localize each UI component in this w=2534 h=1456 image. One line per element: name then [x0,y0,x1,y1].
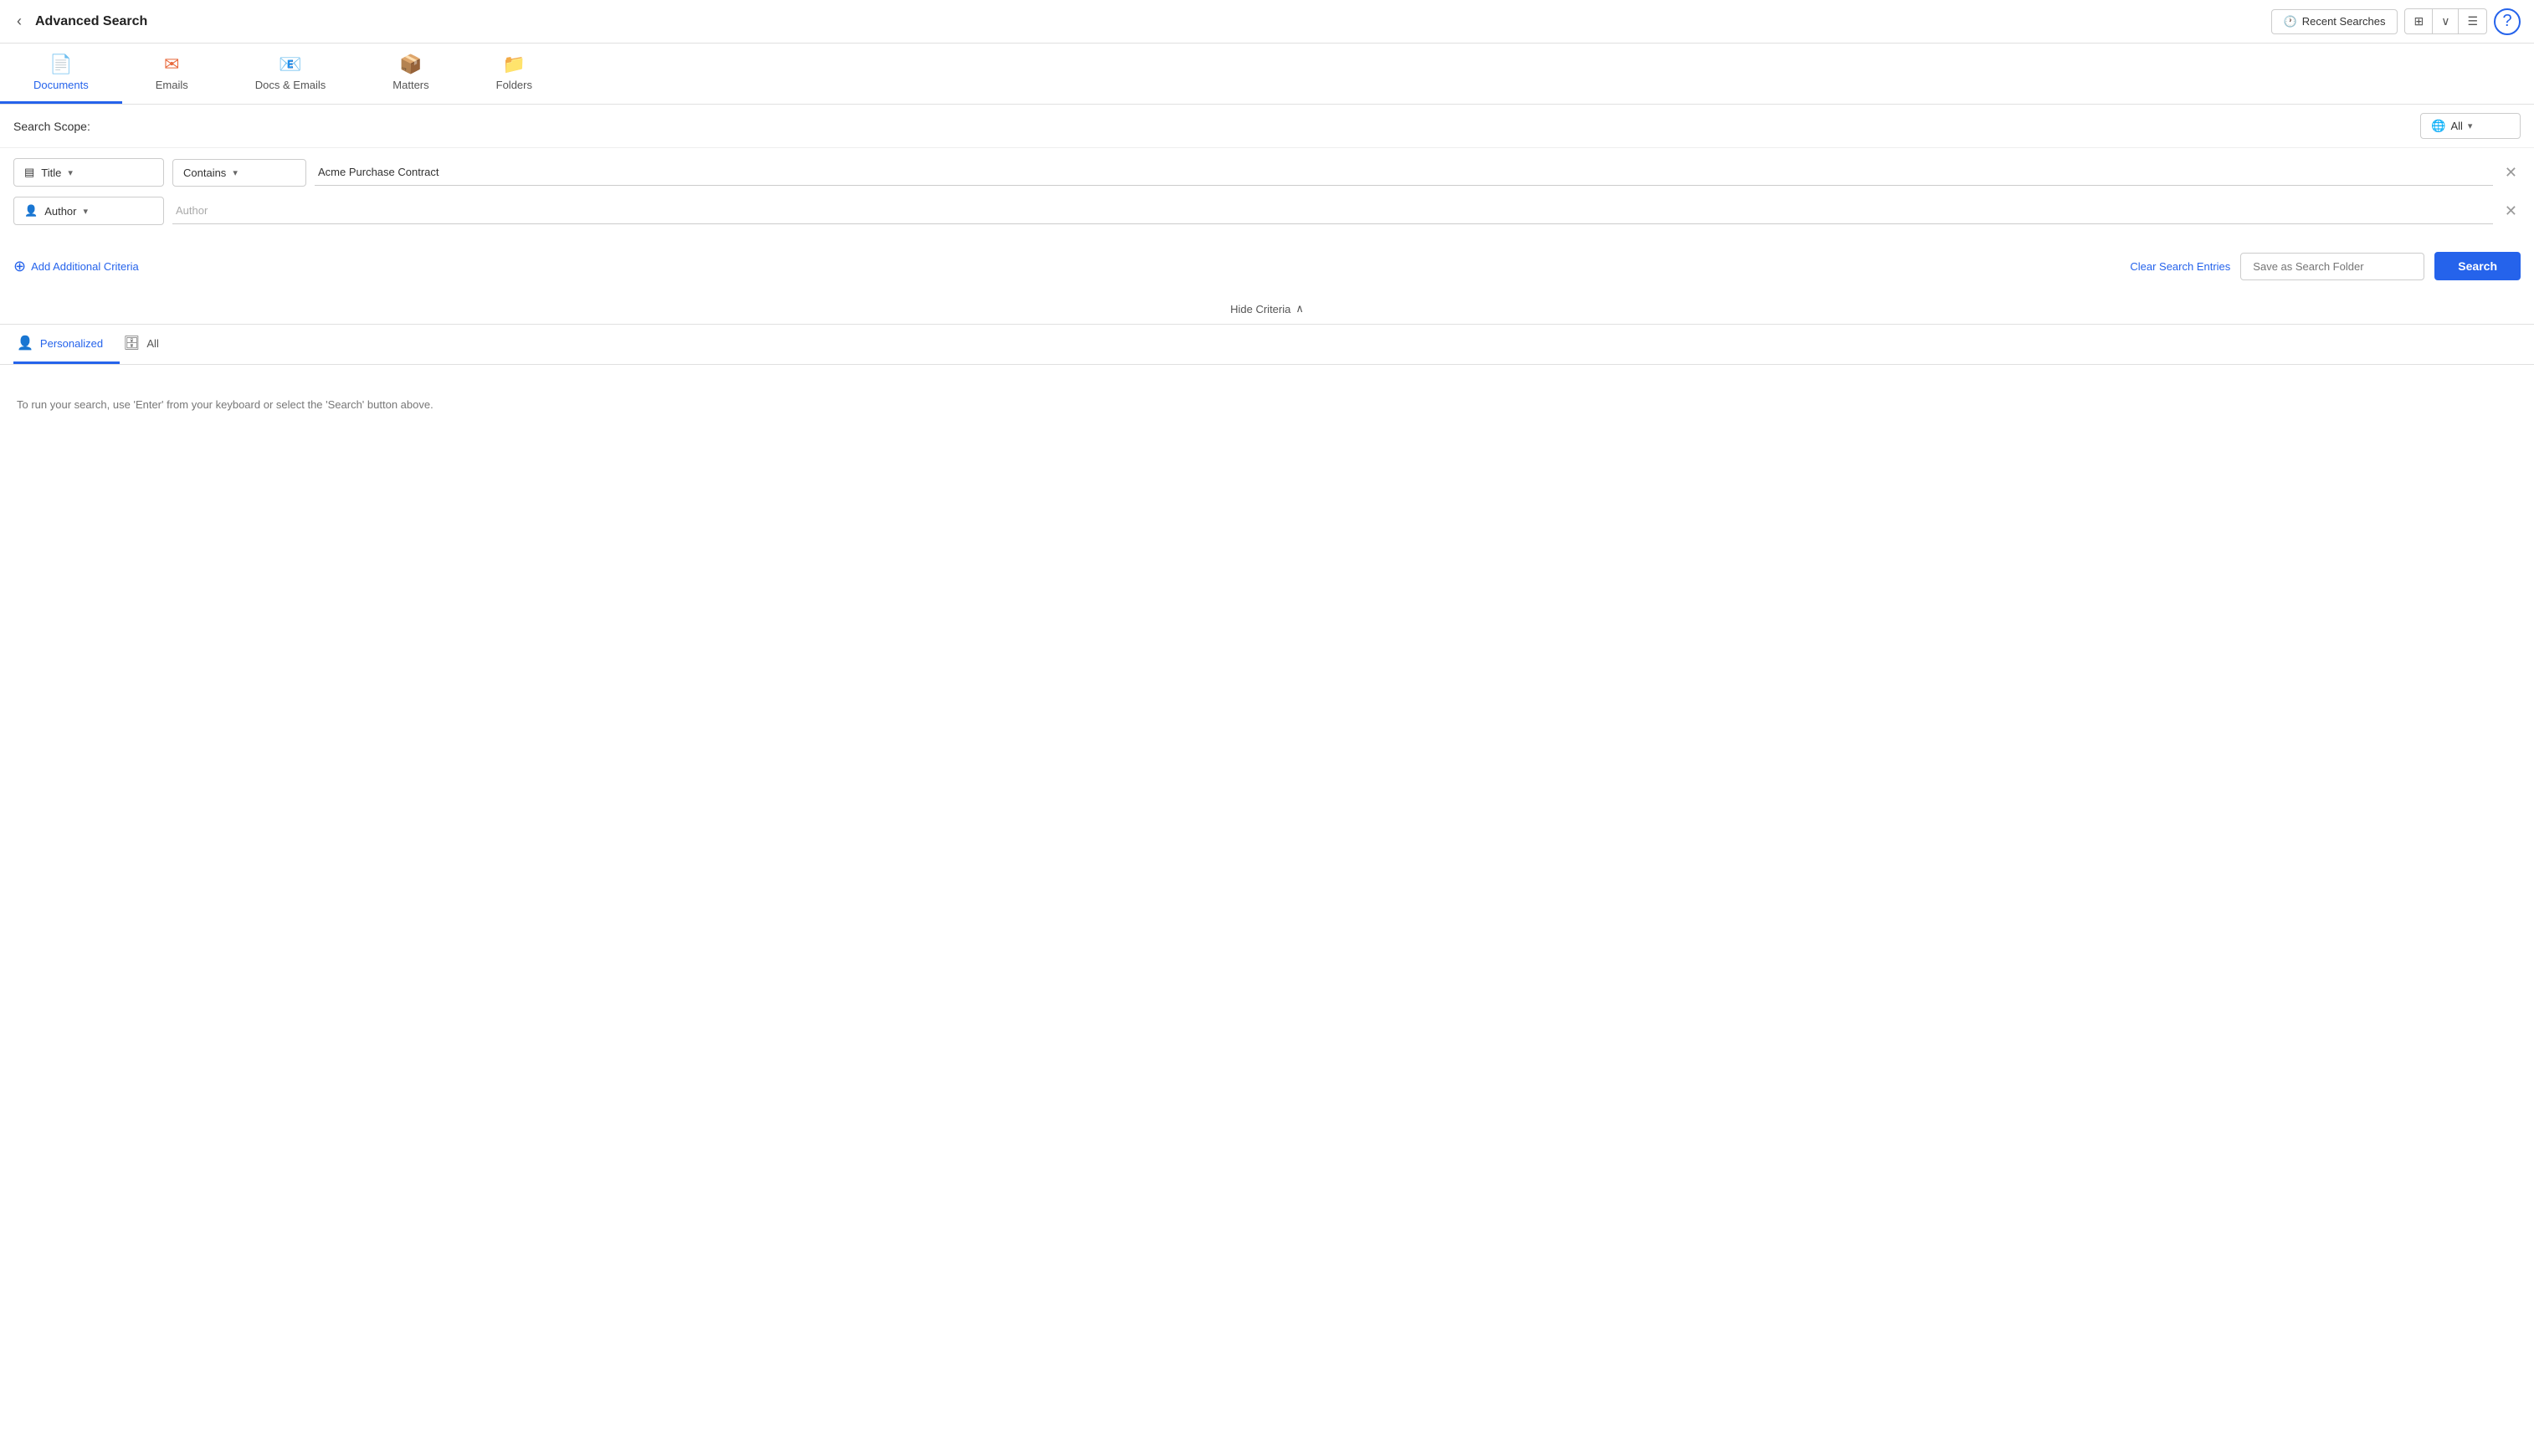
tab-bar: 📄 Documents ✉ Emails 📧 Docs & Emails 📦 M… [0,44,2534,105]
chevron-view-button[interactable]: ∨ [2433,9,2459,33]
criteria-row-author: 👤 Author ▾ ✕ [13,197,2521,225]
help-icon: ? [2502,12,2511,31]
clear-label: Clear Search Entries [2130,260,2230,273]
save-folder-input[interactable] [2240,253,2424,280]
hide-criteria-row[interactable]: Hide Criteria ∧ [0,294,2534,325]
chevron-down-icon: ∨ [2441,14,2449,28]
title-field-label: Title [41,167,61,179]
emails-icon: ✉ [164,54,179,75]
plus-icon: ⊕ [13,258,26,275]
add-criteria-button[interactable]: ⊕ Add Additional Criteria [13,258,139,275]
tab-documents[interactable]: 📄 Documents [0,44,122,104]
all-icon: 🗄 [123,335,140,351]
tab-emails-label: Emails [156,79,188,91]
tab-folders-label: Folders [496,79,532,91]
author-field-dropdown[interactable]: 👤 Author ▾ [13,197,164,225]
documents-icon: 📄 [49,54,72,75]
hide-criteria-label: Hide Criteria [1230,303,1290,315]
view-toggle: ⊞ ∨ ☰ [2404,8,2487,34]
close-icon: ✕ [2505,203,2517,219]
criteria-row-title: ▤ Title ▾ Contains ▾ ✕ [13,158,2521,187]
search-label: Search [2458,259,2497,273]
clear-search-button[interactable]: Clear Search Entries [2130,260,2230,273]
header: ‹ Advanced Search 🕐 Recent Searches ⊞ ∨ … [0,0,2534,44]
scope-value: All [2450,120,2462,132]
docs-emails-icon: 📧 [279,54,301,75]
page-title: Advanced Search [35,14,2271,29]
criteria-section: ▤ Title ▾ Contains ▾ ✕ 👤 Author ▾ ✕ [0,148,2534,245]
search-button[interactable]: Search [2434,252,2521,280]
recent-searches-button[interactable]: 🕐 Recent Searches [2271,9,2398,34]
title-condition-label: Contains [183,167,226,179]
chevron-down-icon: ▾ [84,206,89,217]
list-icon: ☰ [2467,14,2478,28]
add-criteria-label: Add Additional Criteria [31,260,139,273]
matters-icon: 📦 [399,54,422,75]
back-button[interactable]: ‹ [13,9,25,33]
title-value-input[interactable] [315,159,2493,186]
tab-documents-label: Documents [33,79,89,91]
clock-icon: 🕐 [2284,15,2297,28]
title-field-dropdown[interactable]: ▤ Title ▾ [13,158,164,187]
list-view-button[interactable]: ☰ [2459,9,2486,33]
chevron-up-icon: ∧ [1295,302,1304,315]
remove-title-criteria-button[interactable]: ✕ [2501,161,2521,185]
result-tab-personalized-label: Personalized [40,337,103,350]
title-condition-dropdown[interactable]: Contains ▾ [172,159,306,187]
remove-author-criteria-button[interactable]: ✕ [2501,199,2521,223]
close-icon: ✕ [2505,164,2517,181]
grid-view-button[interactable]: ⊞ [2405,9,2433,33]
actions-row: ⊕ Add Additional Criteria Clear Search E… [0,245,2534,294]
search-scope-label: Search Scope: [13,120,90,133]
tab-folders[interactable]: 📁 Folders [463,44,566,104]
chevron-down-icon: ▾ [233,167,238,178]
chevron-down-icon: ▾ [2468,120,2473,131]
result-tab-bar: 👤 Personalized 🗄 All [0,325,2534,365]
help-button[interactable]: ? [2494,8,2521,35]
folders-icon: 📁 [503,54,526,75]
grid-icon: ⊞ [2413,14,2424,28]
personalized-icon: 👤 [17,335,33,351]
result-tab-personalized[interactable]: 👤 Personalized [13,325,120,364]
author-value-input[interactable] [172,197,2493,224]
empty-state-message: To run your search, use 'Enter' from you… [17,398,433,411]
result-tab-all-label: All [146,337,158,350]
tab-docs-emails[interactable]: 📧 Docs & Emails [222,44,360,104]
search-scope-row: Search Scope: 🌐 All ▾ [0,105,2534,148]
globe-icon: 🌐 [2431,119,2445,133]
tab-docs-emails-label: Docs & Emails [255,79,326,91]
tab-matters-label: Matters [392,79,428,91]
tab-matters[interactable]: 📦 Matters [359,44,462,104]
result-tab-all[interactable]: 🗄 All [120,325,176,364]
header-actions: 🕐 Recent Searches ⊞ ∨ ☰ ? [2271,8,2521,35]
author-field-label: Author [44,205,76,218]
title-field-icon: ▤ [24,166,34,179]
tab-emails[interactable]: ✉ Emails [122,44,222,104]
recent-searches-label: Recent Searches [2302,15,2386,28]
scope-dropdown[interactable]: 🌐 All ▾ [2420,113,2521,139]
chevron-down-icon: ▾ [68,167,73,178]
author-field-icon: 👤 [24,204,38,218]
empty-state: To run your search, use 'Enter' from you… [0,365,2534,444]
